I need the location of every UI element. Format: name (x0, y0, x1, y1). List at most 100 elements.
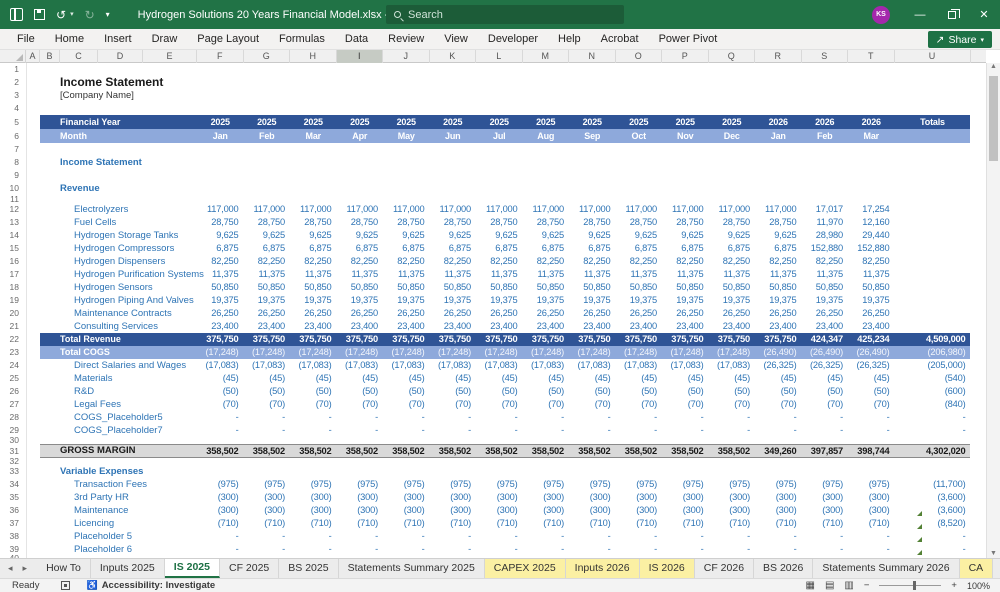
column-header-B[interactable]: B (40, 50, 60, 63)
cell[interactable]: 375,750 (755, 333, 802, 346)
cell[interactable]: - (383, 530, 430, 543)
column-header-F[interactable]: F (197, 50, 244, 63)
cell[interactable]: Oct (616, 129, 663, 143)
cell[interactable]: - (802, 543, 849, 556)
column-header-P[interactable]: P (662, 50, 709, 63)
vertical-scrollbar[interactable]: ▲ ▼ (986, 63, 1000, 558)
cell[interactable]: (710) (476, 517, 523, 530)
cell[interactable]: 117,000 (616, 203, 663, 216)
row-number-6[interactable]: 6 (0, 129, 24, 143)
cell[interactable]: - (755, 543, 802, 556)
cell[interactable]: - (197, 411, 244, 424)
cell[interactable]: (45) (337, 372, 384, 385)
cell[interactable]: 375,750 (709, 333, 756, 346)
cell[interactable]: (975) (383, 478, 430, 491)
scrollbar-thumb[interactable] (989, 76, 998, 161)
row-label[interactable]: Maintenance (74, 504, 128, 517)
cell[interactable]: - (383, 424, 430, 437)
cell[interactable]: - (662, 530, 709, 543)
cell[interactable]: 23,400 (755, 320, 802, 333)
cell[interactable]: 23,400 (476, 320, 523, 333)
cell[interactable]: (50) (802, 385, 849, 398)
cell[interactable]: 23,400 (337, 320, 384, 333)
cell[interactable]: (45) (244, 372, 291, 385)
cell[interactable]: 11,375 (476, 268, 523, 281)
cell[interactable]: - (523, 424, 570, 437)
cell[interactable]: (17,083) (709, 359, 756, 372)
cell[interactable]: 117,000 (709, 203, 756, 216)
column-header-T[interactable]: T (848, 50, 895, 63)
cell[interactable]: (710) (848, 517, 895, 530)
zoom-out-icon[interactable]: − (864, 580, 870, 591)
cell[interactable]: (300) (848, 504, 895, 517)
cell[interactable]: - (430, 424, 477, 437)
cell[interactable]: 28,750 (383, 216, 430, 229)
menu-tab-power-pivot[interactable]: Power Pivot (650, 29, 727, 49)
cell[interactable]: 50,850 (244, 281, 291, 294)
cell[interactable]: (300) (662, 491, 709, 504)
cell[interactable]: 2025 (244, 115, 291, 129)
cell[interactable]: 82,250 (848, 255, 895, 268)
cell[interactable]: (70) (430, 398, 477, 411)
cell[interactable]: 2025 (662, 115, 709, 129)
cell[interactable]: 82,250 (337, 255, 384, 268)
cell[interactable]: 2025 (337, 115, 384, 129)
cell[interactable]: 9,625 (383, 229, 430, 242)
row-number-8[interactable]: 8 (0, 156, 24, 169)
sheet-tab-inputs-2026[interactable]: Inputs 2026 (565, 559, 640, 578)
cell[interactable]: (45) (662, 372, 709, 385)
cell[interactable]: (17,248) (523, 346, 570, 359)
cell[interactable]: 28,980 (802, 229, 849, 242)
cell[interactable]: 50,850 (709, 281, 756, 294)
cell[interactable]: 23,400 (616, 320, 663, 333)
row-label[interactable]: Hydrogen Storage Tanks (74, 229, 178, 242)
row-number-23[interactable]: 23 (0, 346, 24, 359)
cell[interactable]: 2025 (290, 115, 337, 129)
cell[interactable]: (70) (616, 398, 663, 411)
cell[interactable]: 26,250 (476, 307, 523, 320)
cell[interactable]: 2025 (430, 115, 477, 129)
row-number-7[interactable]: 7 (0, 143, 24, 156)
cell[interactable]: 28,750 (709, 216, 756, 229)
row-label[interactable]: Placeholder 5 (74, 530, 132, 543)
row-number-3[interactable]: 3 (0, 89, 24, 102)
cell[interactable]: 19,375 (802, 294, 849, 307)
smart-tag-flag-icon[interactable] (917, 524, 922, 529)
cell[interactable]: 19,375 (337, 294, 384, 307)
zoom-level[interactable]: 100% (967, 581, 990, 591)
cell[interactable]: 50,850 (290, 281, 337, 294)
cell[interactable]: (975) (848, 478, 895, 491)
cell[interactable]: 28,750 (244, 216, 291, 229)
search-input[interactable]: Search (386, 5, 624, 24)
cell[interactable]: 23,400 (197, 320, 244, 333)
cell[interactable]: (50) (616, 385, 663, 398)
cell[interactable]: (26,490) (848, 346, 895, 359)
cell[interactable]: - (430, 530, 477, 543)
cell[interactable]: (17,248) (476, 346, 523, 359)
cell[interactable]: 117,000 (430, 203, 477, 216)
cell[interactable]: 28,750 (569, 216, 616, 229)
column-header-K[interactable]: K (430, 50, 476, 63)
close-button[interactable]: ✕ (968, 0, 1000, 29)
cell[interactable]: (17,248) (430, 346, 477, 359)
cell[interactable]: (45) (848, 372, 895, 385)
cell[interactable]: (710) (523, 517, 570, 530)
cell[interactable]: - (709, 411, 756, 424)
cell[interactable]: (300) (802, 504, 849, 517)
cell[interactable]: 50,850 (848, 281, 895, 294)
cell[interactable]: (50) (244, 385, 291, 398)
cell[interactable]: Feb (244, 129, 291, 143)
cell[interactable]: 9,625 (430, 229, 477, 242)
cell[interactable]: - (383, 411, 430, 424)
row-number-28[interactable]: 28 (0, 411, 24, 424)
sheet-tab-ca[interactable]: CA (959, 559, 994, 578)
cell[interactable]: Sep (569, 129, 616, 143)
cell[interactable]: (70) (290, 398, 337, 411)
cell[interactable]: (26,490) (755, 346, 802, 359)
cell[interactable]: 26,250 (616, 307, 663, 320)
cell[interactable]: 17,254 (848, 203, 895, 216)
row-label[interactable]: Month (60, 129, 87, 143)
cell[interactable]: (975) (709, 478, 756, 491)
cell[interactable]: (710) (337, 517, 384, 530)
cell[interactable]: (17,248) (616, 346, 663, 359)
